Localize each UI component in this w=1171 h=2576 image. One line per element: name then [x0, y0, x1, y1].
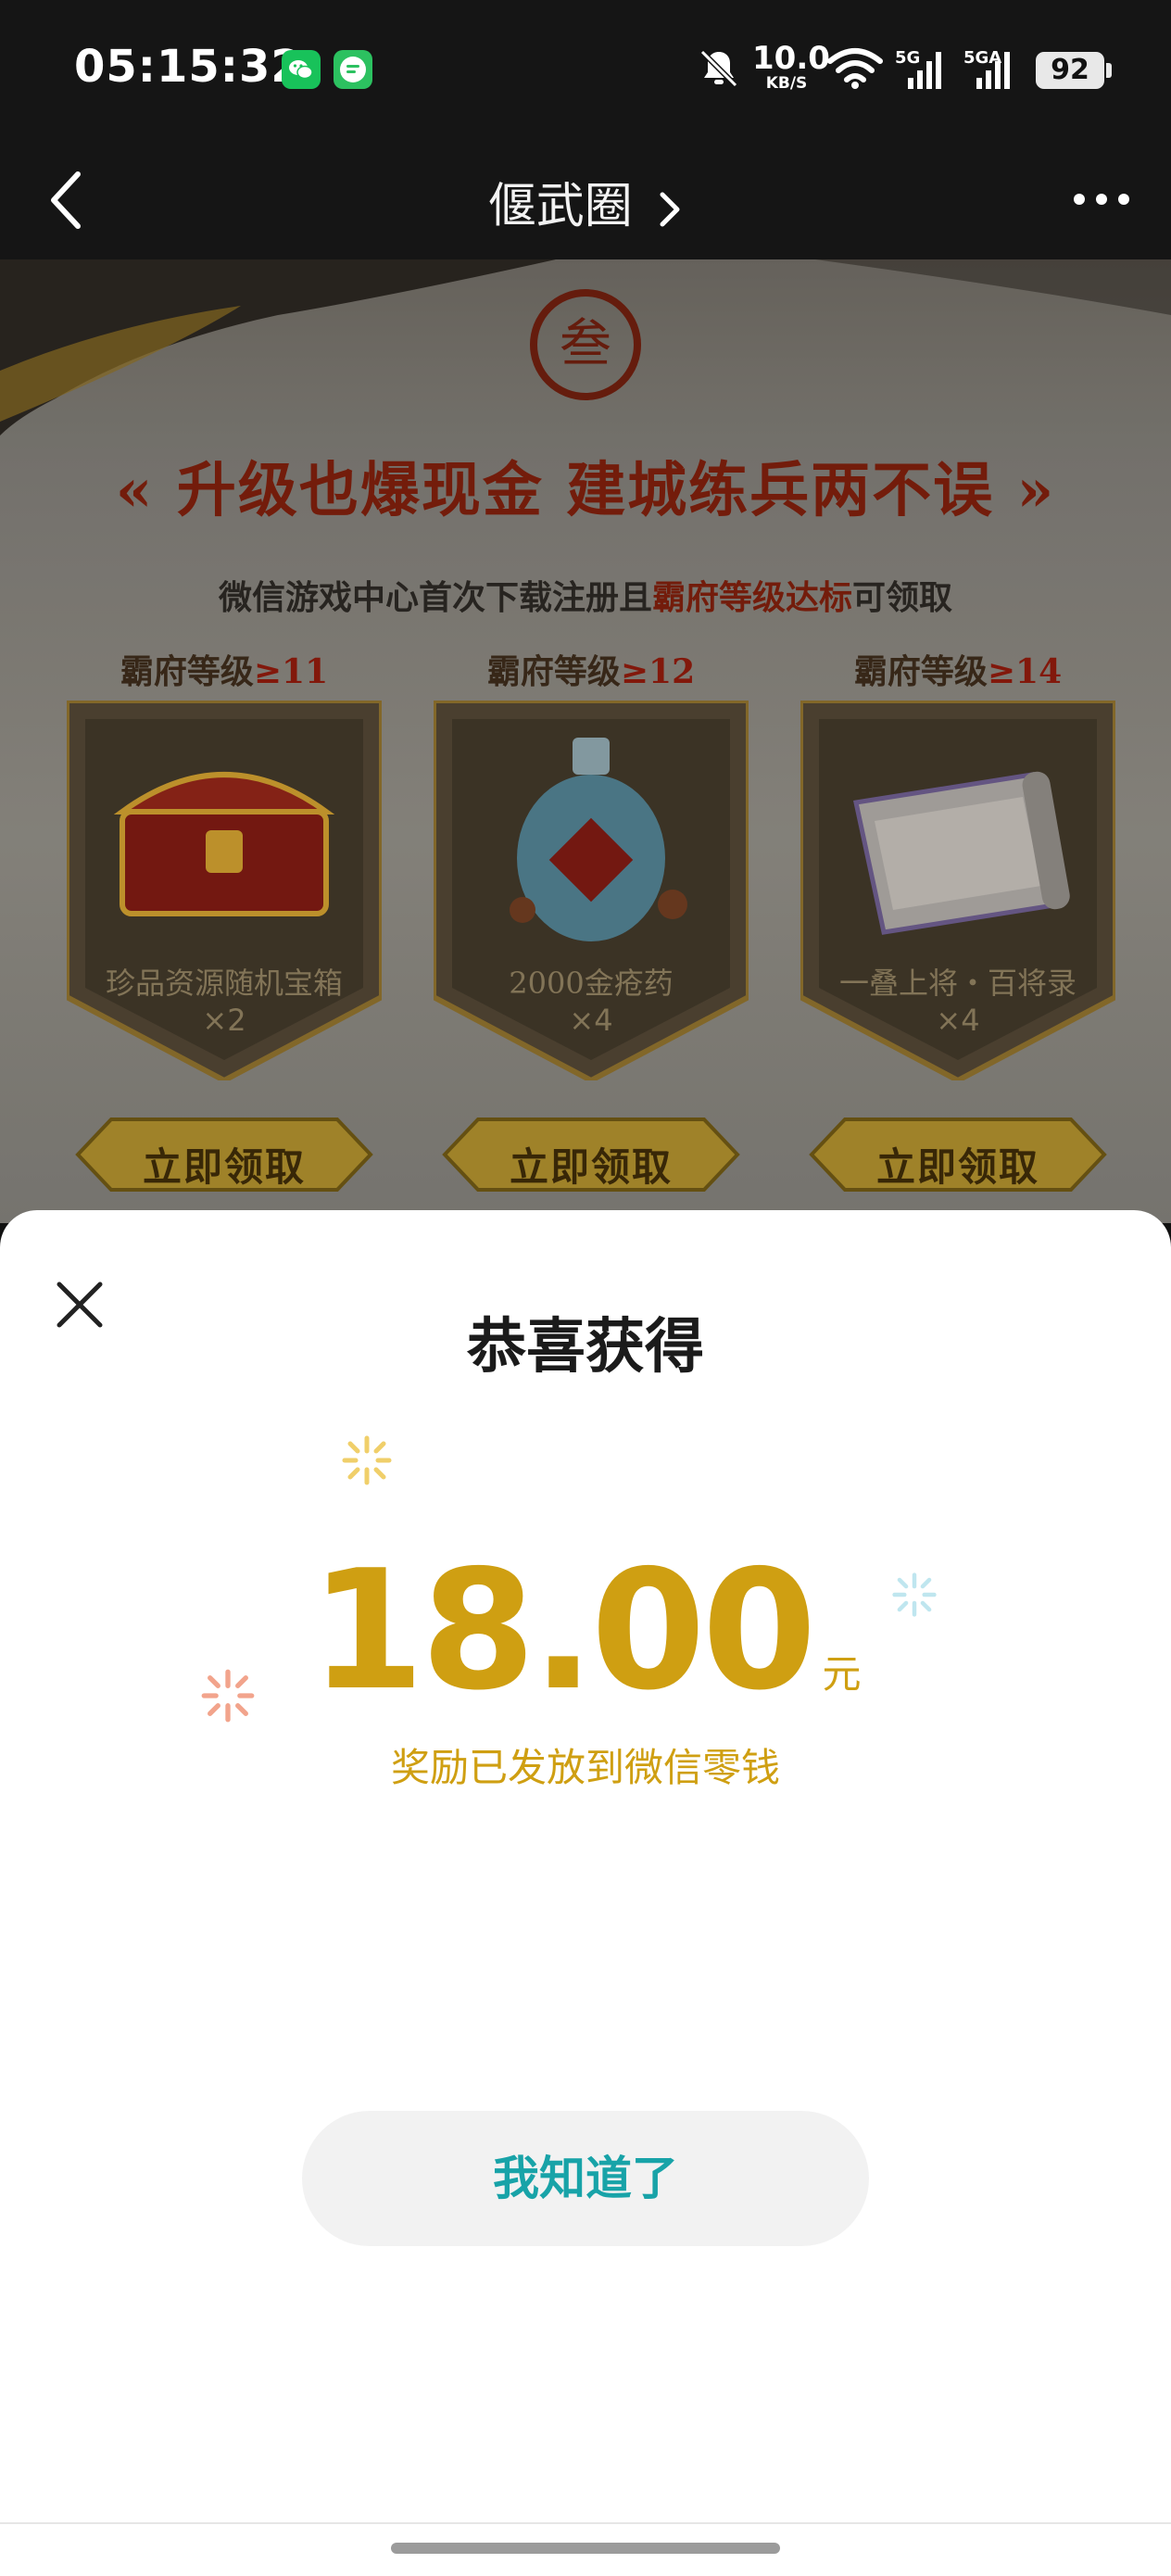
- reward-amount-row: 18.00 元: [0, 1534, 1171, 1726]
- net-speed-value: 10.0: [752, 40, 830, 77]
- net-speed: 10.0 KB/S: [752, 40, 830, 93]
- reward-note: 奖励已发放到微信零钱: [390, 1745, 780, 1790]
- mute-bell-icon: [699, 49, 738, 88]
- home-indicator[interactable]: [391, 2543, 780, 2554]
- got-it-button[interactable]: 我知道了: [302, 2111, 869, 2246]
- message-icon: [334, 50, 372, 89]
- wechat-icon: [282, 50, 321, 89]
- wifi-icon: [827, 48, 883, 89]
- status-time: 05:15:32: [74, 41, 303, 93]
- divider: [0, 2522, 1171, 2524]
- reward-unit: 元: [822, 1651, 862, 1697]
- sparkle-icon: [342, 1435, 392, 1485]
- sheet-title: 恭喜获得: [467, 1313, 704, 1382]
- status-bar: 05:15:32 10.0 KB/S 5G 5GA 92: [0, 0, 1171, 139]
- nav-title[interactable]: 偃武圈: [0, 167, 1171, 236]
- net-speed-unit: KB/S: [765, 74, 808, 93]
- battery-tip: [1106, 63, 1112, 78]
- signal-icon: [976, 52, 1010, 89]
- promo-panel: 叁 « 升级也爆现金 建城练兵两不误 » 微信游戏中心首次下载注册且霸府等级达标…: [0, 259, 1171, 1223]
- reward-sheet: 恭喜获得 18.00 元 奖励已发放到微信零钱 我知道了: [0, 1210, 1171, 2576]
- nav-title-text: 偃武圈: [487, 179, 633, 234]
- forward-chevron-icon: [660, 192, 680, 227]
- nav-bar: 偃武圈: [0, 139, 1171, 259]
- signal-icon: [908, 52, 941, 89]
- modal-dim-overlay[interactable]: [0, 259, 1171, 1223]
- more-dots-icon[interactable]: [1069, 176, 1134, 222]
- reward-amount: 18.00: [309, 1534, 816, 1726]
- battery-icon: 92: [1036, 52, 1104, 89]
